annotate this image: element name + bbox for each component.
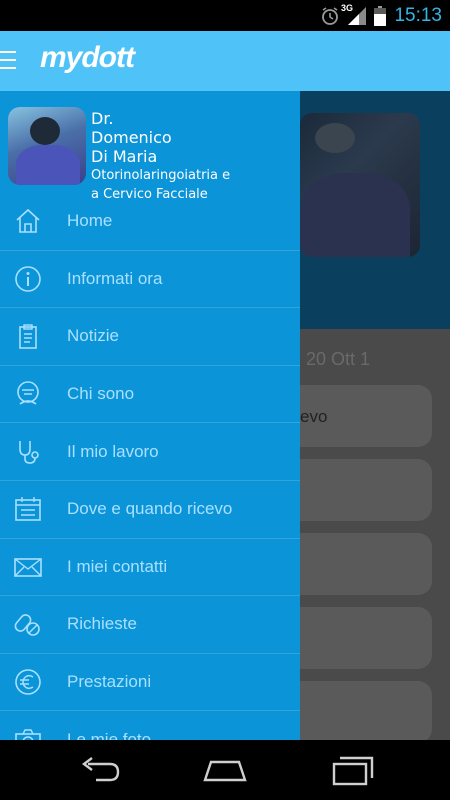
stethoscope-icon (19, 440, 39, 464)
menu-item-richieste[interactable]: Richieste (0, 596, 300, 654)
menu-item-label: Le mie foto (67, 729, 152, 740)
menu-item-label: I miei contatti (67, 556, 168, 576)
clipboard-icon (19, 324, 37, 350)
pills-icon (14, 614, 40, 637)
menu-item-home[interactable]: Home (0, 193, 300, 251)
envelope-icon (14, 558, 42, 577)
battery-icon (374, 5, 387, 26)
menu-item-le-mie-foto[interactable]: Le mie foto (0, 711, 300, 740)
menu-item-i-miei-contatti[interactable]: I miei contatti (0, 539, 300, 597)
recents-icon[interactable] (328, 754, 376, 786)
drawer-menu: Home Informati ora Notizie Chi sono Il m… (0, 193, 300, 740)
menu-item-prestazioni[interactable]: Prestazioni (0, 654, 300, 712)
doctor-first-name: Domenico (91, 128, 172, 147)
doctor-title: Dr. (91, 109, 114, 128)
home-icon (16, 209, 40, 234)
background-card (300, 459, 432, 521)
background-header (300, 91, 450, 329)
home-nav-icon[interactable] (201, 754, 249, 786)
alarm-icon (322, 6, 339, 25)
background-date: 20 Ott 1 (306, 349, 371, 369)
system-nav-bar (0, 740, 450, 800)
app-bar: mydott (0, 31, 450, 91)
menu-item-dove-e-quando-ricevo[interactable]: Dove e quando ricevo (0, 481, 300, 539)
background-card-text: evo (300, 407, 328, 426)
menu-item-label: Home (67, 211, 113, 231)
background-card (300, 607, 432, 669)
info-icon (15, 266, 41, 292)
menu-item-notizie[interactable]: Notizie (0, 308, 300, 366)
doctor-info: Dr. Domenico Di Maria Otorinolaringoiatr… (91, 109, 230, 204)
hamburger-icon[interactable] (0, 51, 16, 71)
doctor-profile[interactable]: Dr. Domenico Di Maria Otorinolaringoiatr… (0, 91, 300, 203)
background-photo (300, 113, 420, 257)
menu-item-il-mio-lavoro[interactable]: Il mio lavoro (0, 423, 300, 481)
doctor-avatar (8, 107, 86, 185)
app-logo: mydott (40, 41, 135, 74)
status-time: 15:13 (394, 4, 442, 26)
background-card (300, 681, 432, 740)
calendar-icon (15, 497, 41, 522)
menu-item-label: Chi sono (67, 384, 135, 404)
signal-icon (348, 6, 367, 25)
menu-item-label: Richieste (67, 614, 137, 634)
back-icon[interactable] (76, 754, 124, 786)
menu-item-chi-sono[interactable]: Chi sono (0, 366, 300, 424)
menu-item-label: Il mio lavoro (67, 441, 159, 461)
doctor-icon (17, 381, 39, 405)
menu-item-informati-ora[interactable]: Informati ora (0, 251, 300, 309)
status-bar: 3G 15:13 (0, 0, 450, 31)
navigation-drawer: Dr. Domenico Di Maria Otorinolaringoiatr… (0, 91, 300, 740)
camera-icon (15, 728, 41, 740)
background-card (300, 533, 432, 595)
menu-item-label: Dove e quando ricevo (67, 499, 233, 519)
euro-icon (15, 669, 41, 695)
menu-item-label: Notizie (67, 326, 119, 346)
doctor-last-name: Di Maria (91, 147, 158, 166)
menu-item-label: Informati ora (67, 268, 163, 288)
background-content: 20 Ott 1 evo (300, 91, 450, 740)
menu-item-label: Prestazioni (67, 672, 152, 692)
